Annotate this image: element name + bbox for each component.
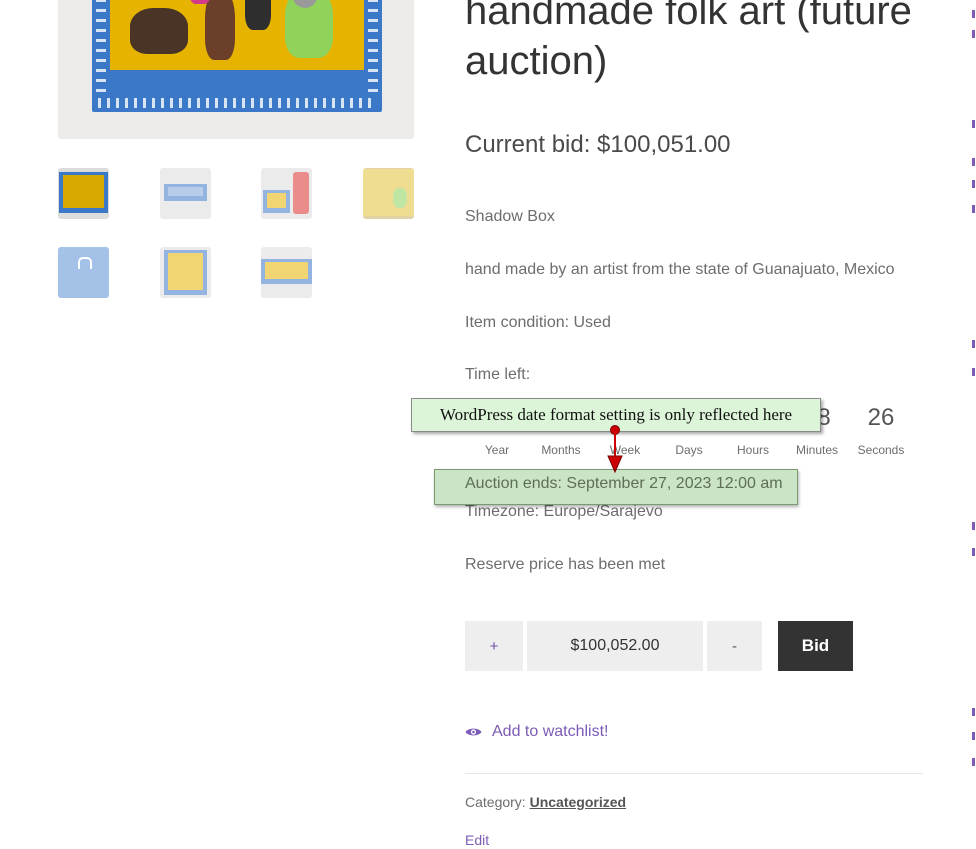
increase-bid-button[interactable]: + bbox=[465, 621, 523, 671]
product-description: hand made by an artist from the state of… bbox=[465, 261, 895, 278]
category-link[interactable]: Uncategorized bbox=[530, 794, 626, 810]
gallery-thumbnail[interactable] bbox=[363, 168, 414, 219]
category-prefix: Category: bbox=[465, 794, 530, 810]
annotation-arrow-icon bbox=[607, 425, 623, 474]
countdown-hours-label: Hours bbox=[736, 443, 769, 457]
gallery-thumbnail[interactable] bbox=[261, 247, 312, 298]
product-main-image[interactable] bbox=[58, 0, 414, 139]
countdown-days-label: Days bbox=[675, 443, 703, 457]
bid-amount-input[interactable] bbox=[527, 621, 703, 671]
gallery-thumbnail[interactable] bbox=[58, 247, 109, 298]
edit-link[interactable]: Edit bbox=[465, 832, 489, 848]
sidebar-clipped-edge bbox=[971, 0, 976, 849]
gallery-thumbnail[interactable] bbox=[160, 247, 211, 298]
gallery-thumbnail[interactable] bbox=[160, 168, 211, 219]
shadow-box-interior bbox=[110, 0, 364, 70]
countdown-seconds-value: 26 bbox=[867, 404, 895, 431]
gallery-thumbnail[interactable] bbox=[58, 168, 109, 219]
product-short-name: Shadow Box bbox=[465, 208, 555, 225]
countdown-seconds-label: Seconds bbox=[857, 443, 905, 457]
bid-button[interactable]: Bid bbox=[778, 621, 853, 671]
eye-icon bbox=[465, 728, 482, 736]
time-left-label: Time left: bbox=[465, 366, 531, 383]
countdown-year-label: Year bbox=[484, 443, 510, 457]
reserve-status: Reserve price has been met bbox=[465, 556, 666, 573]
item-condition: Item condition: Used bbox=[465, 314, 611, 331]
product-category: Category: Uncategorized bbox=[465, 794, 626, 810]
countdown-months-label: Months bbox=[541, 443, 581, 457]
divider bbox=[465, 773, 923, 774]
frame-pattern bbox=[98, 98, 376, 108]
auction-ends: Auction ends: September 27, 2023 12:00 a… bbox=[465, 475, 783, 492]
countdown-minutes-label: Minutes bbox=[795, 443, 839, 457]
watchlist-label: Add to watchlist! bbox=[492, 723, 609, 740]
gallery-thumbnail[interactable] bbox=[261, 168, 312, 219]
add-to-watchlist-link[interactable]: Add to watchlist! bbox=[465, 723, 609, 741]
decrease-bid-button[interactable]: - bbox=[707, 621, 762, 671]
product-title: handmade folk art (future auction) bbox=[465, 0, 912, 83]
shadow-box-frame bbox=[92, 0, 382, 112]
current-bid: Current bid: $100,051.00 bbox=[465, 131, 731, 158]
auction-timezone: Timezone: Europe/Sarajevo bbox=[465, 503, 663, 520]
